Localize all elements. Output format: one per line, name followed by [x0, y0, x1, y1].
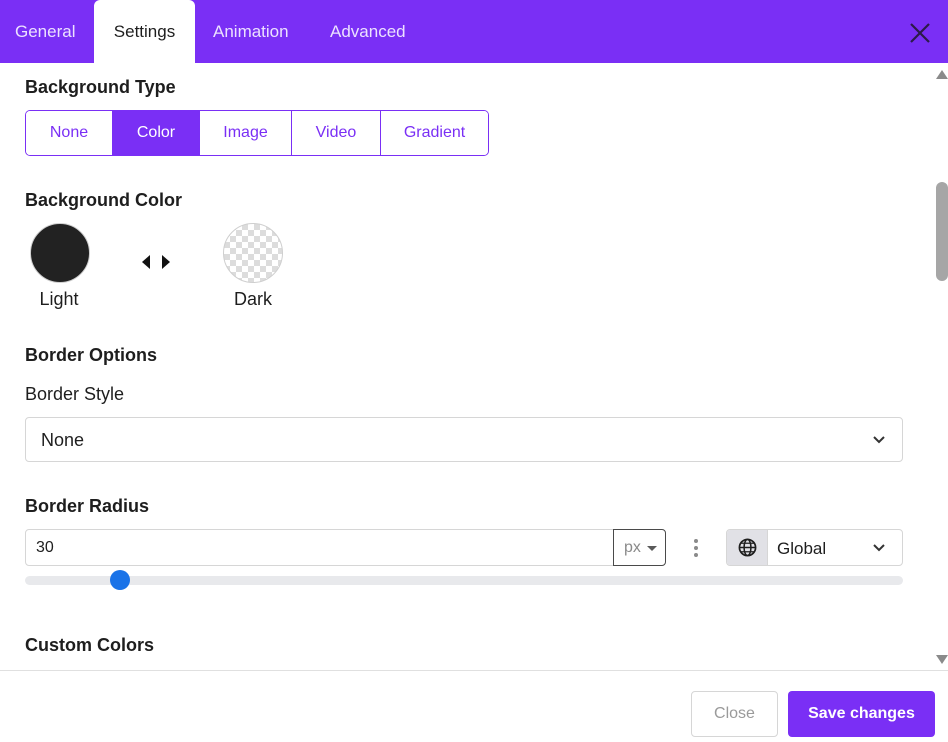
- globe-icon: [738, 538, 757, 557]
- border-radius-input[interactable]: [25, 529, 614, 566]
- more-options-icon[interactable]: [688, 537, 704, 559]
- swap-colors-icon[interactable]: [140, 253, 174, 271]
- scope-value: Global: [777, 539, 827, 558]
- border-radius-slider-thumb[interactable]: [109, 570, 130, 590]
- bg-type-color[interactable]: Color: [113, 111, 200, 155]
- modal-header: General Settings Animation Advanced: [0, 0, 948, 63]
- border-style-value: None: [41, 430, 85, 450]
- chevron-down-icon: [873, 544, 885, 552]
- tab-advanced[interactable]: Advanced: [330, 0, 406, 63]
- globe-button[interactable]: [727, 530, 768, 565]
- light-label: Light: [39, 289, 79, 309]
- close-button[interactable]: Close: [691, 691, 778, 737]
- bg-type-image[interactable]: Image: [200, 111, 292, 155]
- scroll-up-arrow[interactable]: [936, 70, 948, 79]
- scope-select[interactable]: Global: [726, 529, 903, 566]
- save-changes-button[interactable]: Save changes: [788, 691, 935, 737]
- scrollbar-thumb[interactable]: [936, 182, 948, 281]
- modal-footer: Close Save changes: [0, 670, 948, 742]
- border-style-label: Border Style: [25, 384, 125, 404]
- bg-type-video[interactable]: Video: [292, 111, 381, 155]
- bg-type-gradient[interactable]: Gradient: [381, 111, 488, 155]
- background-type-title: Background Type: [25, 77, 176, 97]
- bg-type-none[interactable]: None: [26, 111, 113, 155]
- unit-select[interactable]: px: [613, 529, 666, 566]
- caret-down-icon: [647, 546, 657, 551]
- close-icon[interactable]: [906, 19, 934, 47]
- tab-settings[interactable]: Settings: [94, 0, 195, 63]
- border-style-select[interactable]: None: [25, 417, 903, 462]
- background-color-title: Background Color: [25, 190, 183, 210]
- border-radius-slider-track[interactable]: [25, 576, 903, 585]
- tab-animation[interactable]: Animation: [213, 0, 289, 63]
- background-type-selector: None Color Image Video Gradient: [25, 110, 489, 156]
- dark-color-swatch[interactable]: [223, 223, 283, 283]
- unit-value: px: [624, 539, 641, 556]
- scroll-down-arrow[interactable]: [936, 655, 948, 664]
- custom-colors-title: Custom Colors: [25, 635, 155, 655]
- border-options-title: Border Options: [25, 345, 158, 365]
- border-radius-title: Border Radius: [25, 496, 150, 516]
- chevron-down-icon: [873, 436, 885, 444]
- settings-panel: Background Type None Color Image Video G…: [0, 63, 948, 670]
- dark-label: Dark: [233, 289, 272, 309]
- light-color-swatch[interactable]: [30, 223, 90, 283]
- tab-general[interactable]: General: [15, 0, 75, 63]
